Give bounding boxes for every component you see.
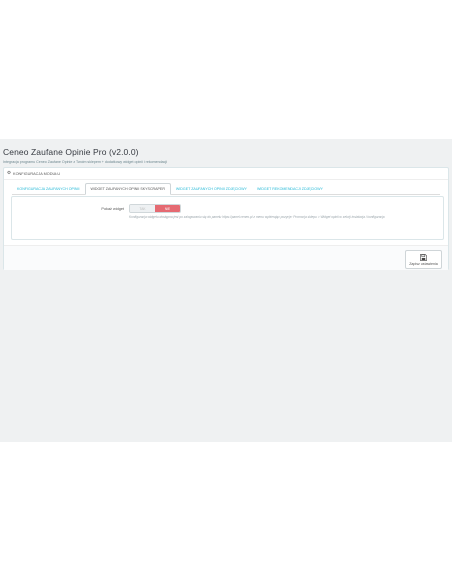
save-button-label: Zapisz ustawienia xyxy=(409,261,438,266)
page-subtitle: Integracja programu Ceneo Zaufane Opinie… xyxy=(3,160,168,164)
panel-footer: Zapisz ustawienia xyxy=(4,245,448,270)
tab-bar: KONFIGURACJA ZAUFANYCH OPINII WIDGET ZAU… xyxy=(12,183,440,195)
page-title: Ceneo Zaufane Opinie Pro (v2.0.0) xyxy=(3,147,139,157)
tab-widget-photo-reviews[interactable]: WIDGET ZAUFANYCH OPINII ZDJĘCIOWY xyxy=(171,183,252,195)
bottom-blank-area xyxy=(0,442,452,584)
show-widget-label: Pokaż widget xyxy=(101,207,124,211)
panel-heading: ⚙ KONFIGURACJA MODUŁU xyxy=(4,168,448,180)
gear-icon: ⚙ xyxy=(7,170,12,176)
admin-content: Ceneo Zaufane Opinie Pro (v2.0.0) Integr… xyxy=(0,139,452,442)
tab-label: KONFIGURACJA ZAUFANYCH OPINII xyxy=(17,187,80,191)
widget-form: Pokaż widget TAK NIE Konfiguracja widget… xyxy=(11,196,444,240)
tab-label: WIDGET ZAUFANYCH OPINII ZDJĘCIOWY xyxy=(175,187,247,191)
tab-widget-skyscraper[interactable]: WIDGET ZAUFANYCH OPINII SKYSCRAPER xyxy=(84,183,171,195)
save-icon xyxy=(420,253,427,261)
tab-trusted-reviews-config[interactable]: KONFIGURACJA ZAUFANYCH OPINII xyxy=(12,183,85,195)
tab-widget-photo-recommendations[interactable]: WIDGET REKOMENDACJI ZDJĘCIOWY xyxy=(252,183,328,195)
help-text: Konfiguracja widgetu dostępna jest po za… xyxy=(129,215,385,219)
switch-option-yes[interactable]: TAK xyxy=(130,205,155,212)
top-blank-area xyxy=(0,0,452,139)
config-panel: ⚙ KONFIGURACJA MODUŁU KONFIGURACJA ZAUFA… xyxy=(3,167,449,270)
panel-heading-label: KONFIGURACJA MODUŁU xyxy=(13,171,61,176)
switch-option-no[interactable]: NIE xyxy=(155,205,180,212)
save-button[interactable]: Zapisz ustawienia xyxy=(405,250,442,269)
show-widget-switch[interactable]: TAK NIE xyxy=(129,204,181,213)
tab-label: WIDGET REKOMENDACJI ZDJĘCIOWY xyxy=(256,187,323,191)
tab-label: WIDGET ZAUFANYCH OPINII SKYSCRAPER xyxy=(90,187,165,191)
